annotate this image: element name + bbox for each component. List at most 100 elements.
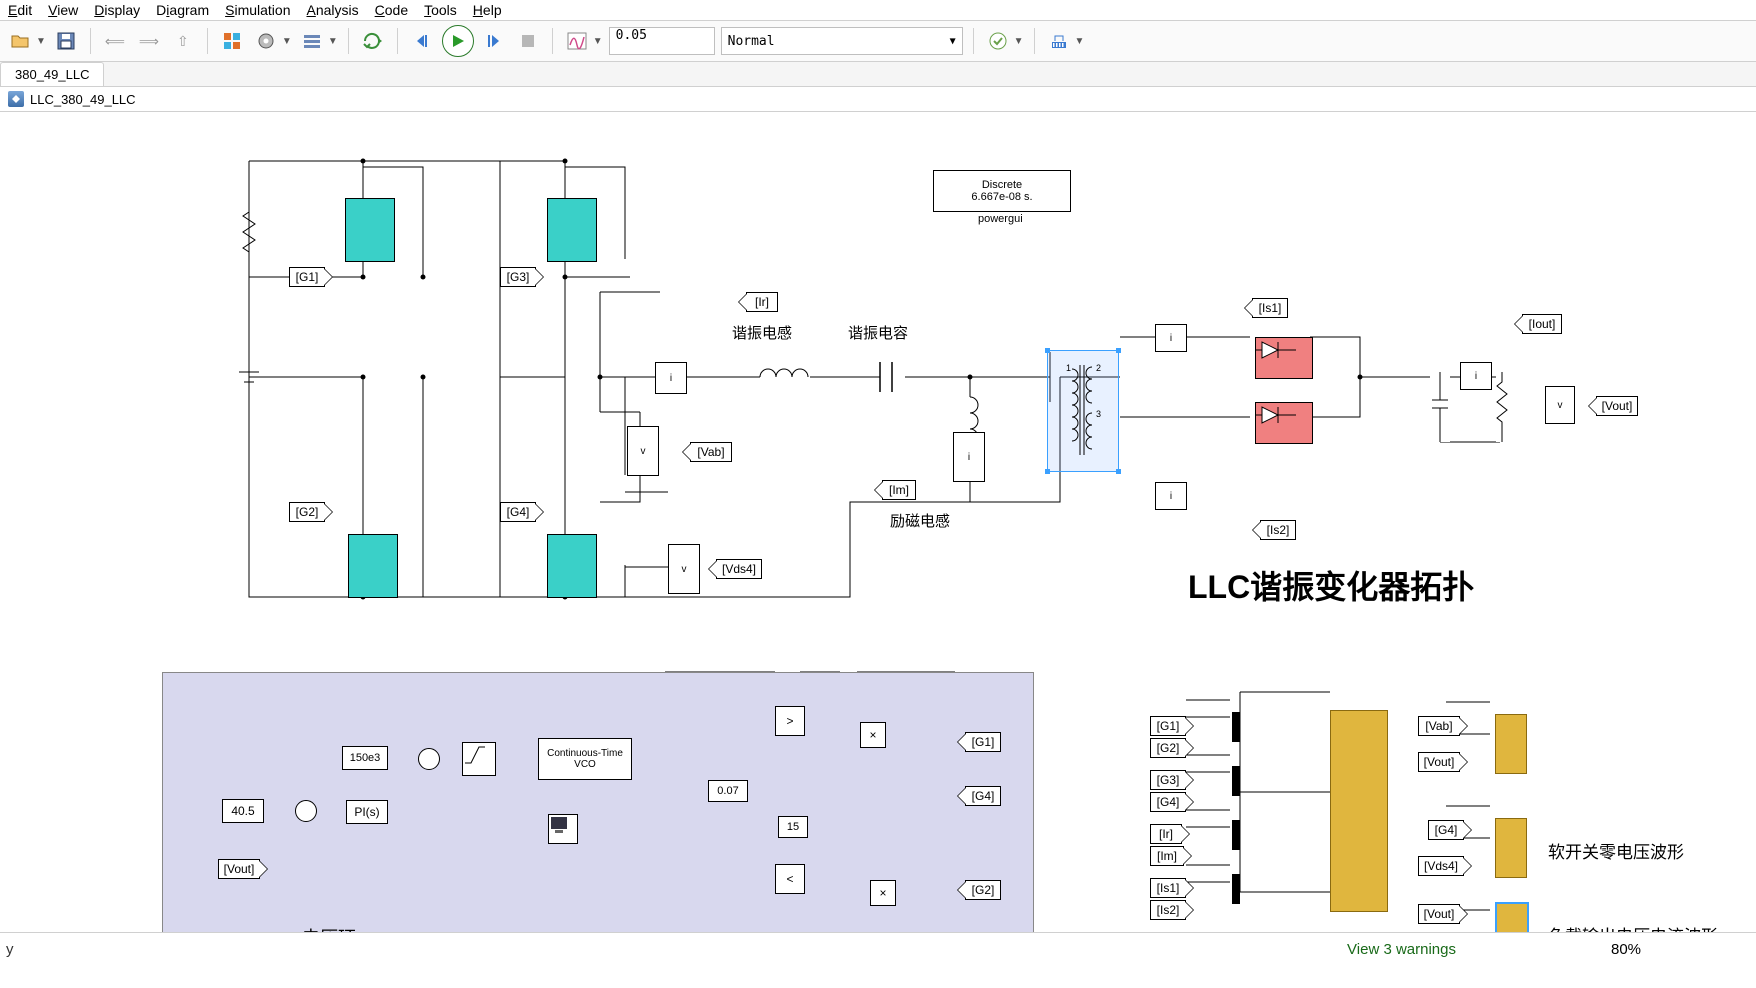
sc-g3[interactable]: [G3] <box>1150 770 1186 790</box>
tag-vout-from[interactable]: [Vout] <box>218 859 260 879</box>
compare-lt[interactable]: < <box>775 864 805 894</box>
scope-zvs[interactable] <box>1495 818 1527 878</box>
tag-g4-goto[interactable]: [G4] <box>965 786 1001 806</box>
mosfet-q3[interactable] <box>547 198 597 262</box>
current-meas-iout[interactable]: i <box>1460 362 1492 390</box>
powergui-block[interactable]: Discrete 6.667e-08 s. <box>933 170 1071 212</box>
tag-g3-from[interactable]: [G3] <box>500 267 536 287</box>
sc-is2[interactable]: [Is2] <box>1150 900 1186 920</box>
fast-restart-icon[interactable] <box>359 27 387 55</box>
tag-im-goto[interactable]: [Im] <box>882 480 916 500</box>
tag-g1-from[interactable]: [G1] <box>289 267 325 287</box>
model-config-icon[interactable] <box>252 27 280 55</box>
log-signals-icon[interactable] <box>298 27 326 55</box>
build-dropdown-icon[interactable]: ▼ <box>1075 36 1085 47</box>
tag-is2-goto[interactable]: [Is2] <box>1260 520 1296 540</box>
menu-simulation[interactable]: Simulation <box>225 2 290 18</box>
tag-g4-from[interactable]: [G4] <box>500 502 536 522</box>
save-icon[interactable] <box>52 27 80 55</box>
scope-load[interactable] <box>1495 902 1529 932</box>
diode-d1[interactable] <box>1255 337 1313 379</box>
scope-2[interactable] <box>1495 714 1527 774</box>
vco-block[interactable]: Continuous-Time VCO <box>538 738 632 780</box>
menu-view[interactable]: View <box>48 2 78 18</box>
product1[interactable]: × <box>860 722 886 748</box>
scope-small[interactable] <box>548 814 578 844</box>
const-k1[interactable]: 0.07 <box>708 780 748 802</box>
saturation-block[interactable] <box>462 742 496 776</box>
step-forward-icon[interactable] <box>480 27 508 55</box>
menu-analysis[interactable]: Analysis <box>306 2 358 18</box>
sc3-vds4[interactable]: [Vds4] <box>1418 856 1464 876</box>
sc-is1[interactable]: [Is1] <box>1150 878 1186 898</box>
log-dropdown-icon[interactable]: ▼ <box>328 36 338 47</box>
check-icon[interactable] <box>984 27 1012 55</box>
const-c1[interactable]: 15 <box>778 816 808 838</box>
tag-g1-goto[interactable]: [G1] <box>965 732 1001 752</box>
sc-im[interactable]: [Im] <box>1150 846 1184 866</box>
const-f0[interactable]: 150e3 <box>342 746 388 770</box>
const-ref[interactable]: 40.5 <box>222 799 264 823</box>
tag-iout-goto[interactable]: [Iout] <box>1522 314 1562 334</box>
stop-button[interactable] <box>514 27 542 55</box>
tag-g2-from[interactable]: [G2] <box>289 502 325 522</box>
scope-main[interactable] <box>1330 710 1388 912</box>
model-canvas[interactable]: [G1] [G2] [G3] [G4] [Ir] [Im] [Vab] [Vds… <box>0 112 1756 932</box>
menu-tools[interactable]: Tools <box>424 2 457 18</box>
menu-edit[interactable]: EEditdit <box>8 2 32 18</box>
menu-display[interactable]: Display <box>94 2 140 18</box>
mux4[interactable] <box>1232 874 1240 904</box>
back-icon[interactable]: ⟸ <box>101 27 129 55</box>
plot-dropdown-icon[interactable]: ▼ <box>593 36 603 47</box>
transformer-block[interactable]: 123 <box>1058 359 1106 461</box>
check-dropdown-icon[interactable]: ▼ <box>1014 36 1024 47</box>
sc-g1[interactable]: [G1] <box>1150 716 1186 736</box>
pi-controller[interactable]: PI(s) <box>346 800 388 824</box>
stop-time-input[interactable]: 0.05 <box>609 27 715 55</box>
sum-ref[interactable] <box>295 800 317 822</box>
compare-gt[interactable]: > <box>775 706 805 736</box>
tag-is1-goto[interactable]: [Is1] <box>1252 298 1288 318</box>
sc-g2[interactable]: [G2] <box>1150 738 1186 758</box>
build-icon[interactable] <box>1045 27 1073 55</box>
sc4-vout[interactable]: [Vout] <box>1418 904 1460 924</box>
current-meas-is1[interactable]: i <box>1155 324 1187 352</box>
sc-ir[interactable]: [Ir] <box>1150 824 1182 844</box>
open-icon[interactable] <box>6 27 34 55</box>
sc2-vout[interactable]: [Vout] <box>1418 752 1460 772</box>
load-resistor[interactable] <box>1496 372 1508 442</box>
voltage-meas-vab[interactable]: v <box>627 426 659 476</box>
tag-vds4-goto[interactable]: [Vds4] <box>716 559 762 579</box>
mux2[interactable] <box>1232 766 1240 796</box>
up-icon[interactable]: ⇧ <box>169 27 197 55</box>
mux1[interactable] <box>1232 712 1240 742</box>
step-back-icon[interactable] <box>408 27 436 55</box>
signal-plot-icon[interactable] <box>563 27 591 55</box>
forward-icon[interactable]: ⟹ <box>135 27 163 55</box>
diode-d2[interactable] <box>1255 402 1313 444</box>
current-meas-is2[interactable]: i <box>1155 482 1187 510</box>
sc2-vab[interactable]: [Vab] <box>1418 716 1460 736</box>
breadcrumb-model[interactable]: LLC_380_49_LLC <box>30 92 136 107</box>
library-browser-icon[interactable] <box>218 27 246 55</box>
voltage-meas-vds4[interactable]: v <box>668 544 700 594</box>
menu-code[interactable]: Code <box>375 2 408 18</box>
status-warnings[interactable]: View 3 warnings <box>1307 941 1496 958</box>
tag-vab-goto[interactable]: [Vab] <box>690 442 732 462</box>
model-tab[interactable]: 380_49_LLC <box>0 62 104 86</box>
mosfet-q2[interactable] <box>348 534 398 598</box>
voltage-meas-vout[interactable]: v <box>1545 386 1575 424</box>
tag-g2-goto[interactable]: [G2] <box>965 880 1001 900</box>
output-capacitor[interactable] <box>1430 372 1450 442</box>
product2[interactable]: × <box>870 880 896 906</box>
current-meas-ir[interactable]: i <box>655 362 687 394</box>
mosfet-q4[interactable] <box>547 534 597 598</box>
current-meas-im[interactable]: i <box>953 432 985 482</box>
mosfet-q1[interactable] <box>345 198 395 262</box>
sc3-g4[interactable]: [G4] <box>1428 820 1464 840</box>
open-dropdown-icon[interactable]: ▼ <box>36 36 46 47</box>
menu-help[interactable]: Help <box>473 2 502 18</box>
sum-freq[interactable] <box>418 748 440 770</box>
tag-ir-goto[interactable]: [Ir] <box>746 292 778 312</box>
sim-mode-select[interactable]: Normal▼ <box>721 27 963 55</box>
